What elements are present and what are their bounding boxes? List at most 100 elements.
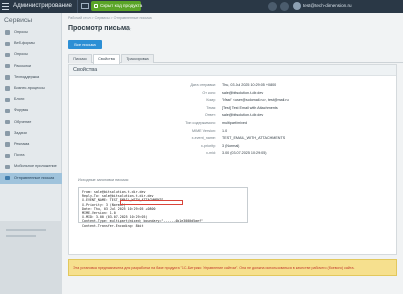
settings-icon[interactable]: [280, 2, 289, 11]
property-row: x-event_name: TEST_EMAIL_WITH_ATTACHMENTS: [69, 135, 396, 143]
sidebar-item-icon: [5, 164, 10, 170]
sidebar-item-icon: [5, 108, 10, 114]
property-value: Thu, 03 Jul 2025 10:29:05 +0800: [222, 83, 277, 87]
sidebar-item[interactable]: Реклама: [0, 139, 62, 150]
sidebar-item[interactable]: Задачи: [0, 128, 62, 139]
property-value: 1.0: [222, 128, 228, 133]
sidebar-item[interactable]: Бизнес-процессы: [0, 83, 62, 94]
sidebar-item-label: Обучение: [14, 119, 32, 124]
property-row: Дата отправки: Thu, 03 Jul 2025 10:29:05 …: [69, 82, 396, 90]
tab-letter[interactable]: Письмо: [68, 54, 92, 63]
panel-title: Свойства: [69, 65, 396, 76]
property-label: Кому:: [206, 98, 216, 103]
property-value: sale@bitsolution.t-dir.dev: [222, 90, 264, 95]
sidebar-item[interactable]: Блоги: [0, 94, 62, 105]
sidebar-item-icon: [5, 63, 10, 69]
property-row: x-mid: 3.00 (03.07.2025 10:29:05): [69, 150, 396, 158]
all-letters-button[interactable]: Все письма: [68, 40, 102, 49]
sidebar-item-label: Форумы: [14, 108, 29, 113]
tab-properties[interactable]: Свойства: [93, 54, 120, 64]
divider: [77, 0, 78, 13]
property-label: x-mid:: [205, 151, 216, 156]
sidebar-item[interactable]: Опросы: [0, 27, 62, 38]
highlight-frame: [120, 200, 183, 205]
property-row: Тип содержимого: multipart/mixed: [69, 120, 396, 128]
sidebar-item[interactable]: Отправленные письма: [0, 172, 62, 184]
headers-label: Исходные заголовки письма:: [78, 178, 129, 182]
sidebar-item[interactable]: Техподдержка: [0, 72, 62, 83]
property-value: 3.00 (03.07.2025 10:29:05): [222, 151, 267, 156]
sidebar-footer: [0, 221, 62, 294]
site-icon[interactable]: [81, 3, 89, 9]
tab-bar: Письмо Свойства Трассировка: [68, 54, 403, 64]
property-label: MIME Version:: [192, 128, 216, 133]
notifications-icon[interactable]: [268, 2, 277, 11]
property-label: Тип содержимого:: [185, 121, 216, 125]
property-label: Дата отправки:: [190, 83, 216, 87]
sidebar-item-label: Задачи: [14, 130, 27, 135]
code-icon: [94, 4, 98, 8]
property-value: [Test] Test Email with Attachments: [222, 105, 278, 110]
properties-panel: Свойства Дата отправки: Thu, 03 Jul 2025 …: [68, 64, 397, 255]
property-row: Кому: "Имя" <user@solomail.ru>, test@mail…: [69, 97, 396, 105]
sidebar-item-icon: [5, 153, 10, 159]
sidebar-item-icon: [5, 131, 10, 136]
footer-line: [6, 235, 36, 237]
breadcrumb[interactable]: Рабочий стол > Сервисы > Отправленные пи…: [68, 16, 152, 20]
user-email[interactable]: test@tech-dimension.ru: [303, 3, 352, 8]
footer-line: [6, 229, 46, 231]
property-row: От кого: sale@bitsolution.t-dir.dev: [69, 90, 396, 98]
property-row: Ответ: sale@bitsolution.t-dir.dev: [69, 112, 396, 120]
property-value: "Имя" <user@solomail.ru>, test@mail.ru: [222, 98, 289, 103]
property-value: 3 (Normal): [222, 143, 240, 148]
sidebar-item-icon: [5, 52, 10, 58]
sidebar-item-label: Блоги: [14, 97, 25, 102]
user-avatar-icon[interactable]: [293, 2, 301, 10]
property-row: Тема: [Test] Test Email with Attachments: [69, 105, 396, 113]
sidebar-item[interactable]: Рассылки: [0, 61, 62, 72]
menu-icon[interactable]: [2, 3, 9, 10]
property-value: sale@bitsolution.t-dir.dev: [222, 113, 264, 118]
sidebar-item-label: Веб-формы: [14, 41, 35, 46]
app-title[interactable]: Администрирование: [13, 2, 72, 9]
property-label: x-event_name:: [191, 136, 216, 141]
sidebar-item-icon: [5, 97, 10, 103]
property-row: x-priority: 3 (Normal): [69, 143, 396, 151]
sidebar-item[interactable]: Обучение: [0, 117, 62, 128]
property-row: MIME Version: 1.0: [69, 128, 396, 136]
sidebar-item-label: Опросы: [14, 30, 28, 34]
sidebar-item-label: Почта: [14, 153, 25, 158]
property-label: Ответ:: [204, 113, 216, 118]
sidebar-item[interactable]: Веб-формы: [0, 38, 62, 49]
sidebar-item-icon: [5, 119, 10, 125]
sidebar-item-label: Рассылки: [14, 63, 32, 68]
sidebar-item[interactable]: Форумы: [0, 105, 62, 116]
favorite-star-icon[interactable]: ☆: [126, 25, 132, 33]
sidebar-item-icon: [5, 41, 10, 47]
top-bar: Администрирование Скрыт код продукта tes…: [0, 0, 403, 13]
sidebar-item-icon: [5, 86, 10, 91]
property-value: TEST_EMAIL_WITH_ATTACHMENTS: [222, 136, 286, 141]
sidebar-item-icon: [5, 30, 10, 35]
sidebar-item[interactable]: Мобильное приложение: [0, 161, 62, 172]
sidebar-item[interactable]: Почта: [0, 150, 62, 161]
headers-textarea[interactable]: From: sale@bitsolution.t-dir.dev Reply-To…: [78, 187, 248, 228]
product-code-button[interactable]: Скрыт код продукта: [91, 1, 142, 11]
property-label: От кого:: [202, 90, 216, 95]
header-line: Content-Transfer-Encoding: 8bit: [82, 223, 144, 228]
sidebar-item-icon: [5, 175, 10, 181]
sidebar-item-label: Техподдержка: [14, 74, 40, 79]
sidebar-item-icon: [5, 142, 10, 147]
sidebar-item-label: Отправленные письма: [14, 175, 55, 180]
property-label: x-priority:: [200, 143, 216, 148]
sidebar-item-label: Реклама: [14, 142, 30, 146]
sidebar-item[interactable]: Опросы: [0, 49, 62, 60]
sidebar-item-label: Опросы: [14, 52, 28, 57]
tab-trace[interactable]: Трассировка: [121, 54, 154, 63]
sidebar-item-icon: [5, 75, 10, 80]
page-title: Просмотр письма: [68, 25, 130, 32]
property-label: Тема:: [206, 105, 216, 110]
property-value: multipart/mixed: [222, 121, 248, 125]
main-content: Рабочий стол > Сервисы > Отправленные пи…: [62, 13, 403, 294]
sidebar-item-label: Бизнес-процессы: [14, 86, 45, 90]
